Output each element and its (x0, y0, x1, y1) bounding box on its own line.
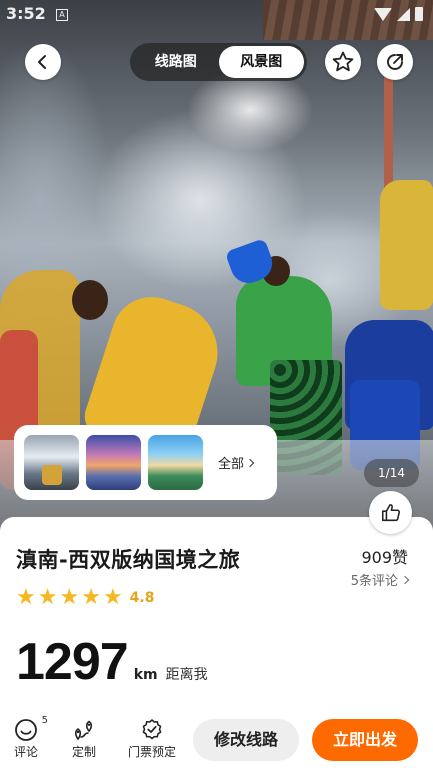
status-time: 3:52 (6, 4, 46, 23)
chevron-right-icon (400, 575, 410, 584)
ticket-booking-button[interactable]: 门票预定 (128, 717, 176, 760)
photo-counter: 1/14 (364, 459, 419, 487)
gallery-view-all-label: 全部 (218, 457, 245, 472)
wifi-icon (374, 7, 392, 21)
back-button[interactable] (25, 44, 61, 80)
distance-value: 1297 (16, 633, 129, 691)
favorite-button[interactable] (325, 44, 361, 80)
gallery-thumbnail[interactable] (148, 435, 203, 490)
star-icon: ★ (16, 585, 36, 610)
gallery-view-all-link[interactable]: 全部 (218, 453, 255, 472)
distance: 1297 km 距离我 (16, 632, 208, 692)
star-icon: ★ (81, 585, 101, 610)
hero-figure (380, 180, 433, 310)
view-toggle[interactable]: 线路图 风景图 (130, 43, 307, 81)
distance-unit: km (133, 667, 158, 683)
rating-value: 4.8 (129, 590, 155, 606)
signal-icon (397, 7, 410, 21)
thumbs-up-icon (381, 503, 400, 521)
gallery-thumbnail[interactable] (24, 435, 79, 490)
star-icon: ★ (37, 585, 58, 610)
bottom-action-bar: 5 评论 定制 门票预定 修改线路 立即出发 (0, 713, 433, 771)
like-button[interactable] (369, 491, 412, 534)
battery-icon (415, 7, 423, 21)
share-button[interactable] (377, 44, 413, 80)
reviews-link[interactable]: 5条评论 (350, 570, 410, 589)
chevron-left-icon (38, 55, 46, 69)
tab-route-map[interactable]: 线路图 (133, 46, 219, 78)
status-bar: 3:52 A (0, 0, 433, 30)
review-icon-wrap: 5 (13, 715, 48, 743)
gallery-thumbnail[interactable] (86, 435, 141, 490)
likes-count: 909赞 (361, 548, 408, 567)
share-icon (387, 54, 403, 70)
chevron-right-icon (245, 458, 255, 467)
route-pin-icon (74, 720, 93, 741)
rating: ★ ★ ★ ★ ★ 4.8 (16, 585, 155, 610)
star-outline-icon (332, 51, 354, 72)
status-icons (374, 7, 423, 21)
route-title: 滇南-西双版纳国境之旅 (16, 548, 241, 572)
review-label: 评论 (13, 745, 38, 759)
reviews-link-label: 5条评论 (350, 574, 398, 589)
start-now-button[interactable]: 立即出发 (312, 719, 418, 761)
edit-route-button[interactable]: 修改线路 (193, 719, 299, 761)
customize-label: 定制 (71, 745, 96, 759)
ticket-booking-label: 门票预定 (128, 745, 177, 759)
hero-figure (72, 280, 108, 320)
badge-check-icon (142, 719, 162, 740)
smiley-icon (15, 719, 37, 741)
customize-button[interactable]: 定制 (71, 717, 97, 760)
gallery-thumbnails: 全部 (14, 425, 277, 500)
sim-icon: A (56, 9, 68, 21)
tab-scenery[interactable]: 风景图 (218, 46, 304, 78)
customize-icon-wrap (71, 717, 97, 743)
distance-label: 距离我 (165, 667, 208, 683)
star-icon: ★ (102, 585, 123, 610)
ticket-icon-wrap (139, 717, 165, 743)
review-count-badge: 5 (41, 715, 48, 726)
star-icon: ★ (59, 585, 80, 610)
review-button[interactable]: 5 评论 (13, 715, 48, 760)
